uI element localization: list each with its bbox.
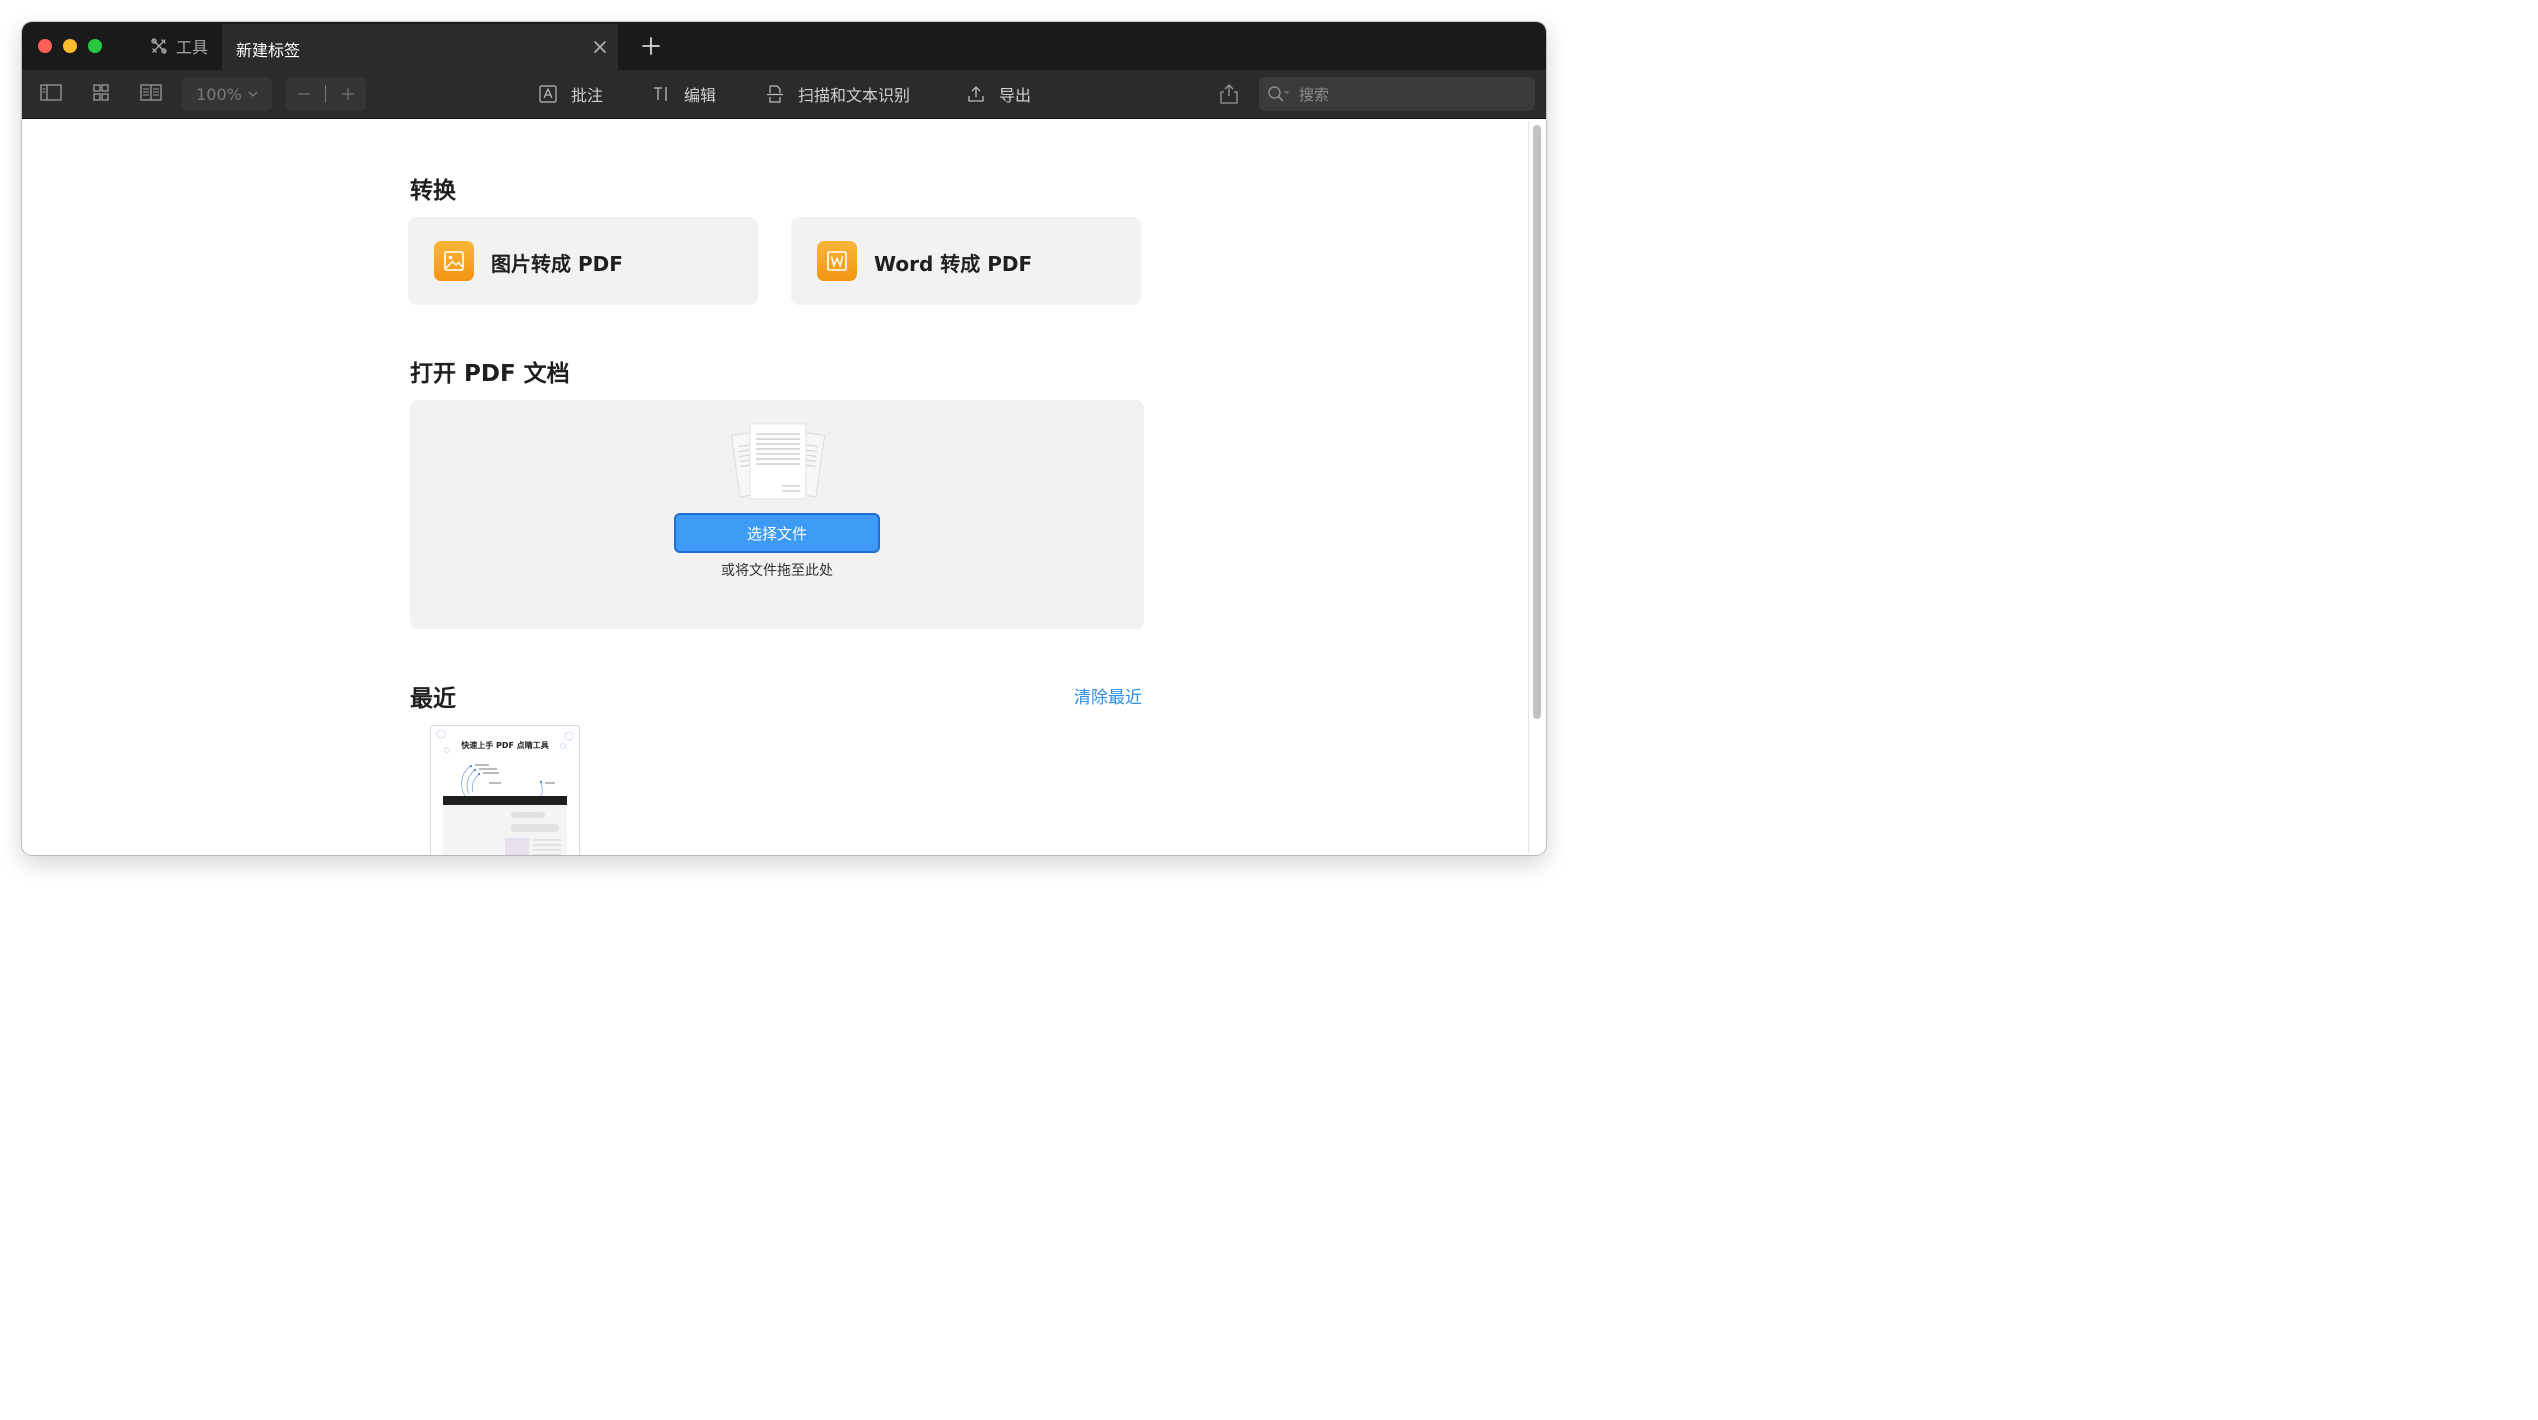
zoom-in-icon[interactable] (340, 86, 356, 102)
image-file-icon (434, 241, 474, 281)
zoom-window-button[interactable] (88, 39, 102, 53)
reading-mode-icon[interactable] (140, 83, 162, 103)
toolbar: 100% 批注 编辑 扫描和文本识别 导出 搜索 (22, 70, 1546, 119)
export-icon (968, 86, 984, 102)
export-label: 导出 (999, 86, 1032, 105)
file-drop-zone[interactable]: 选择文件 或将文件拖至此处 (410, 400, 1144, 629)
recent-file-thumbnail[interactable]: 快速上手 PDF 点睛工具 (430, 725, 580, 855)
edit-label: 编辑 (684, 86, 717, 105)
word-to-pdf-label: Word 转成 PDF (874, 252, 1033, 276)
word-file-icon (817, 241, 857, 281)
tab-tools[interactable]: 工具 (150, 34, 208, 58)
thumbnail-grid-icon[interactable] (90, 83, 112, 103)
image-to-pdf-card[interactable]: 图片转成 PDF (408, 217, 758, 305)
edit-button[interactable]: 编辑 (652, 81, 716, 107)
recent-section-title: 最近 (410, 686, 456, 712)
scan-icon (767, 85, 783, 103)
annotate-button[interactable]: 批注 (539, 81, 603, 107)
scrollbar-thumb[interactable] (1533, 125, 1541, 719)
image-to-pdf-label: 图片转成 PDF (491, 252, 623, 276)
new-tab-icon[interactable] (640, 35, 662, 57)
thumbnail-title: 快速上手 PDF 点睛工具 (461, 741, 549, 750)
chevron-down-icon (248, 91, 258, 97)
zoom-level-select[interactable]: 100% (182, 77, 272, 111)
drop-hint-text: 或将文件拖至此处 (721, 563, 833, 579)
scan-ocr-button[interactable]: 扫描和文本识别 (766, 81, 910, 107)
tab-new-tab[interactable]: 新建标签 (222, 24, 618, 70)
word-to-pdf-card[interactable]: Word 转成 PDF (791, 217, 1141, 305)
search-box (1259, 77, 1535, 113)
app-window: 工具 新建标签 100% 批注 编辑 扫描和文本识别 导出 搜索 转换 图片转成… (22, 22, 1546, 855)
close-window-button[interactable] (38, 39, 52, 53)
choose-file-button[interactable]: 选择文件 (674, 513, 880, 553)
annotate-label: 批注 (571, 86, 604, 105)
zoom-stepper (286, 77, 366, 111)
document-stack-icon (730, 423, 826, 500)
search-icon (1268, 86, 1289, 102)
text-edit-icon (654, 87, 667, 101)
tab-title: 新建标签 (236, 41, 301, 60)
scan-ocr-label: 扫描和文本识别 (798, 86, 911, 105)
tools-tab-label: 工具 (176, 38, 209, 57)
annotate-icon (539, 85, 557, 103)
new-tab-page: 转换 图片转成 PDF Word 转成 PDF 打开 PDF 文档 选择文件 或… (22, 119, 1546, 855)
minimize-window-button[interactable] (63, 39, 77, 53)
sidebar-toggle-icon[interactable] (40, 83, 62, 103)
vertical-scrollbar[interactable] (1528, 121, 1545, 853)
search-input[interactable] (1297, 77, 1529, 113)
close-tab-icon[interactable] (592, 39, 608, 55)
export-button[interactable]: 导出 (967, 81, 1031, 107)
tab-bar: 工具 新建标签 (22, 22, 1546, 70)
zoom-level-value: 100% (196, 84, 242, 104)
share-icon[interactable] (1218, 82, 1240, 106)
tools-icon (151, 38, 167, 54)
zoom-out-icon[interactable] (296, 86, 312, 102)
clear-recent-link[interactable]: 清除最近 (1074, 683, 1142, 708)
zoom-separator (325, 85, 326, 103)
open-pdf-section-title: 打开 PDF 文档 (410, 361, 570, 387)
convert-section-title: 转换 (410, 178, 456, 204)
